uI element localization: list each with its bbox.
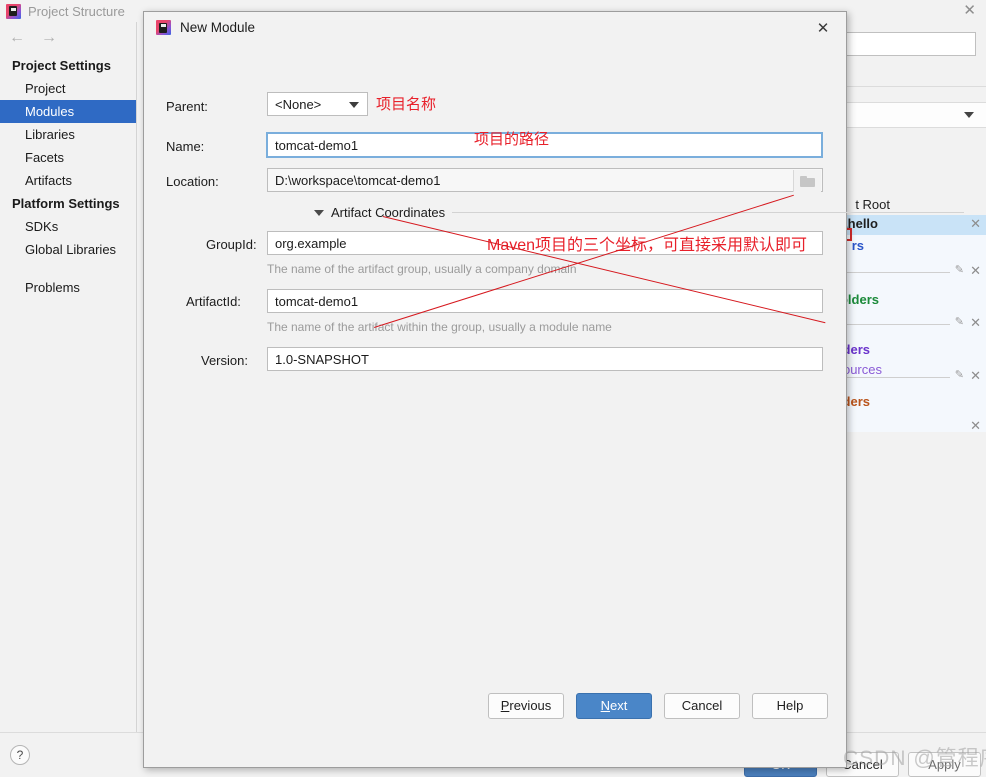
new-module-dialog: New Module ✕ Parent: <None> Name: tomcat… [143, 11, 964, 768]
divider [832, 324, 950, 325]
sidebar-item-global-libraries[interactable]: Global Libraries [0, 238, 136, 261]
intellij-idea-icon [6, 3, 21, 19]
previous-label-rest: revious [509, 698, 552, 713]
divider [452, 212, 964, 213]
sidebar-item-libraries[interactable]: Libraries [0, 123, 136, 146]
previous-mnemonic: P [500, 698, 510, 713]
divider [832, 377, 950, 378]
next-button[interactable]: Next [576, 692, 652, 719]
arrow-left-icon[interactable]: ← [9, 29, 25, 47]
dialog-footer: Previous Next Cancel Help [144, 678, 846, 733]
artifact-id-hint: The name of the artifact within the grou… [267, 320, 612, 334]
browse-button[interactable] [793, 170, 821, 192]
intellij-idea-icon [156, 20, 171, 35]
project-settings-header: Project Settings [12, 58, 111, 73]
project-structure-sidebar: ← → Project Settings Project Modules Lib… [0, 22, 137, 755]
dialog-titlebar: New Module ✕ [144, 12, 846, 43]
sidebar-item-sdks[interactable]: SDKs [0, 215, 136, 238]
artifact-id-value: tomcat-demo1 [275, 293, 359, 309]
group-id-label: GroupId: [206, 237, 257, 252]
edit-icon[interactable]: ✎ [955, 368, 964, 381]
version-label: Version: [201, 353, 248, 368]
parent-select[interactable]: <None> [267, 92, 368, 116]
group-id-hint: The name of the artifact group, usually … [267, 262, 577, 276]
dialog-title: New Module [180, 20, 256, 35]
next-label-rest: ext [610, 698, 628, 713]
watermark: CSDN @管程序猿 [843, 747, 986, 770]
divider [832, 272, 950, 273]
annotation-coordinates-note: Maven项目的三个坐标，可直接采用默认即可 [487, 237, 808, 254]
group-id-value: org.example [275, 235, 347, 251]
close-icon[interactable]: ✕ [963, 1, 976, 21]
next-mnemonic: N [600, 698, 611, 713]
parent-value: <None> [275, 96, 322, 112]
parent-label: Parent: [166, 99, 208, 114]
close-icon[interactable]: ✕ [814, 19, 832, 37]
chevron-down-icon[interactable] [964, 112, 974, 118]
artifact-coordinates-section-header[interactable]: Artifact Coordinates [314, 205, 964, 220]
version-input[interactable]: 1.0-SNAPSHOT [267, 347, 823, 371]
previous-button[interactable]: Previous [488, 692, 564, 719]
location-value: D:\workspace\tomcat-demo1 [275, 172, 441, 188]
platform-settings-header: Platform Settings [12, 196, 120, 211]
sidebar-item-facets[interactable]: Facets [0, 146, 136, 169]
nav-arrows: ← → [0, 22, 136, 54]
name-label: Name: [166, 139, 205, 154]
search-input[interactable] [836, 32, 976, 56]
location-input[interactable]: D:\workspace\tomcat-demo1 [267, 168, 823, 192]
screenshot-root: Project Structure ✕ ← → Project Settings… [0, 0, 986, 777]
module-sdk-combo[interactable] [826, 102, 986, 128]
resources-path-label: ources [842, 362, 882, 377]
source-folders-label: rs [851, 238, 864, 253]
cancel-button[interactable]: Cancel [664, 692, 740, 719]
remove-icon[interactable]: ✕ [970, 368, 981, 384]
triangle-down-icon[interactable] [314, 209, 324, 216]
divider [826, 86, 986, 87]
remove-icon[interactable]: ✕ [970, 263, 981, 279]
version-value: 1.0-SNAPSHOT [275, 351, 369, 367]
annotation-name-note: 项目名称 [376, 96, 437, 113]
edit-icon[interactable]: ✎ [955, 263, 964, 276]
question-mark-icon[interactable]: ? [10, 745, 30, 765]
sidebar-item-project[interactable]: Project [0, 77, 136, 100]
remove-icon[interactable]: ✕ [970, 418, 981, 434]
edit-icon[interactable]: ✎ [955, 315, 964, 328]
annotation-location-note: 项目的路径 [474, 131, 550, 148]
sidebar-item-problems[interactable]: Problems [0, 276, 136, 299]
help-button[interactable]: Help [752, 692, 828, 719]
sidebar-item-artifacts[interactable]: Artifacts [0, 169, 136, 192]
remove-icon[interactable]: ✕ [970, 315, 981, 331]
artifact-id-label: ArtifactId: [186, 294, 241, 309]
project-structure-title: Project Structure [28, 3, 125, 19]
sidebar-item-modules[interactable]: Modules [0, 100, 136, 123]
remove-icon[interactable]: ✕ [970, 216, 981, 232]
name-value: tomcat-demo1 [275, 137, 359, 153]
folder-icon [800, 175, 815, 187]
chevron-down-icon [349, 102, 359, 108]
location-label: Location: [166, 174, 219, 189]
arrow-right-icon[interactable]: → [41, 29, 57, 47]
